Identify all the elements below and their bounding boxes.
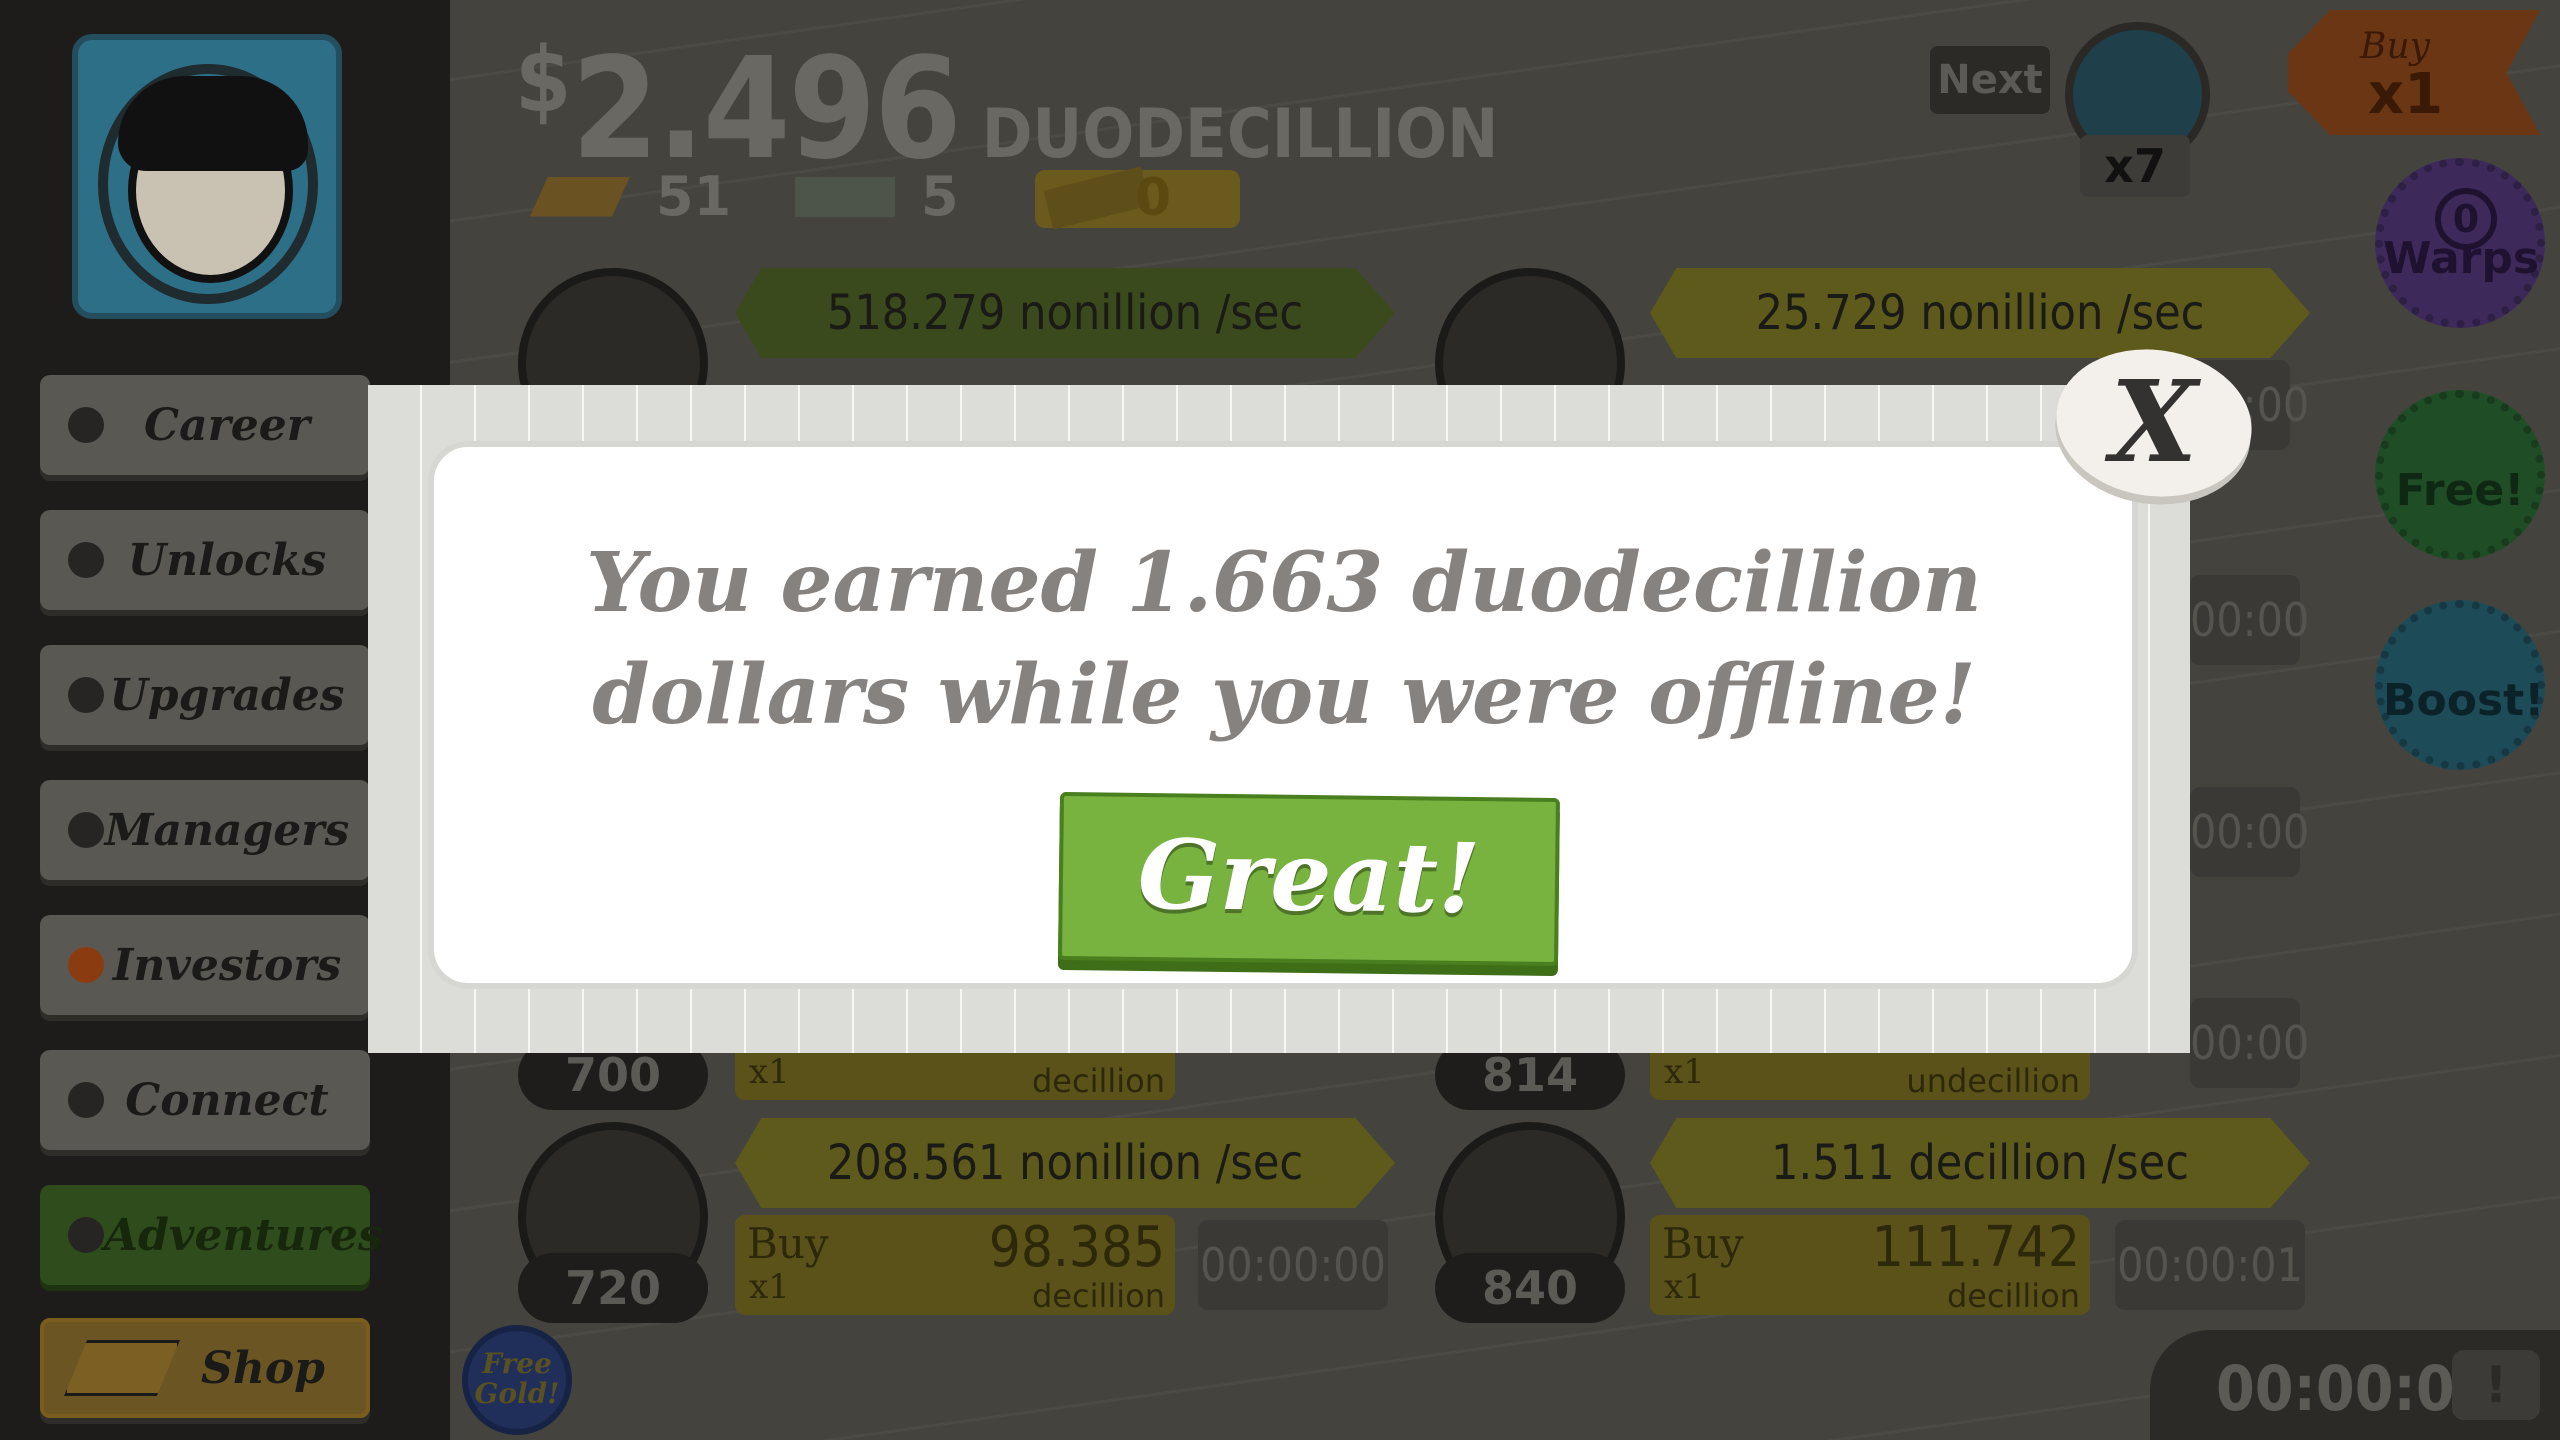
sidebar-item-label: Upgrades xyxy=(109,669,345,721)
buy-button[interactable]: Buy x1 98.385 decillion xyxy=(735,1215,1175,1315)
buy-tag-mult: x1 xyxy=(2368,62,2444,127)
sidebar-item-label: Adventures xyxy=(104,1209,383,1261)
cost-unit: decillion xyxy=(1031,1062,1165,1100)
buy-button[interactable]: Buy x1 111.742 decillion xyxy=(1650,1215,2090,1315)
sidebar-item-career[interactable]: Career xyxy=(40,375,370,475)
rate-bar: 208.561 nonillion /sec xyxy=(735,1118,1395,1208)
cost-value: 111.742 xyxy=(1871,1215,2080,1280)
buy-mult-label: x1 xyxy=(749,1052,790,1092)
gold-bars-icon xyxy=(64,1340,180,1396)
close-icon: X xyxy=(2110,357,2198,488)
warps-button[interactable]: 0 Warps xyxy=(2375,158,2545,328)
rate-bar: 25.729 nonillion /sec xyxy=(1650,268,2310,358)
status-dot xyxy=(68,812,104,848)
offline-earnings-dialog: You earned 1.663 duodecillion dollars wh… xyxy=(368,385,2190,1053)
money-unit: DUODECILLION xyxy=(981,95,1499,174)
cost-unit: decillion xyxy=(1031,1277,1165,1315)
sidebar-item-label: Unlocks xyxy=(127,534,327,586)
bottom-timer-panel: 00:00:00 ! xyxy=(2150,1330,2560,1440)
sidebar-item-label: Managers xyxy=(104,804,350,856)
business-count: 840 xyxy=(1435,1253,1625,1323)
timer-display: 00:00 xyxy=(2190,575,2309,665)
sidebar-item-managers[interactable]: Managers xyxy=(40,780,370,880)
sidebar-item-label: Career xyxy=(144,399,310,451)
business-count: 720 xyxy=(518,1253,708,1323)
buy-label: Buy xyxy=(1662,1219,1744,1268)
status-dot xyxy=(68,947,104,983)
timer-display: 00:00 xyxy=(2190,998,2309,1088)
status-dot xyxy=(68,542,104,578)
sidebar-item-label: Shop xyxy=(201,1342,325,1394)
multiplier-badge: x7 xyxy=(2080,135,2190,197)
cost-value: 98.385 xyxy=(988,1215,1165,1280)
sidebar-item-connect[interactable]: Connect xyxy=(40,1050,370,1150)
boost-label: Boost! xyxy=(2383,675,2545,726)
status-dot xyxy=(68,407,104,443)
ticket-counter: 5 xyxy=(795,165,959,228)
free-gold-button[interactable]: Free Gold! xyxy=(462,1325,572,1435)
tv-icon[interactable]: ! xyxy=(2452,1350,2540,1420)
player-avatar[interactable] xyxy=(72,34,342,319)
sidebar-item-shop[interactable]: Shop xyxy=(40,1318,370,1418)
great-button[interactable]: Great! xyxy=(1057,791,1561,967)
money-symbol: $ xyxy=(515,28,572,133)
coupon-counter: 0 xyxy=(1035,166,1240,230)
sidebar-item-adventures[interactable]: Adventures xyxy=(40,1185,383,1285)
dialog-card: You earned 1.663 duodecillion dollars wh… xyxy=(428,441,2138,989)
close-button[interactable]: X xyxy=(2046,337,2262,509)
sidebar-item-investors[interactable]: Investors xyxy=(40,915,370,1015)
buy-multiplier-button[interactable]: Buy x1 xyxy=(2288,10,2540,135)
boost-button[interactable]: Boost! xyxy=(2375,600,2545,770)
buy-mult-label: x1 xyxy=(1664,1052,1705,1092)
status-dot xyxy=(68,1082,104,1118)
buy-label: Buy xyxy=(747,1219,829,1268)
sidebar-item-upgrades[interactable]: Upgrades xyxy=(40,645,370,745)
ticket-count: 5 xyxy=(921,165,959,228)
avatar-hair xyxy=(118,76,308,171)
buy-mult-label: x1 xyxy=(749,1267,790,1307)
rate-bar: 518.279 nonillion /sec xyxy=(735,268,1395,358)
sidebar-item-label: Connect xyxy=(125,1074,329,1126)
timer-display: 00:00:00 xyxy=(1198,1220,1388,1310)
status-dot xyxy=(68,1217,104,1253)
status-dot xyxy=(68,677,104,713)
cost-unit: decillion xyxy=(1946,1277,2080,1315)
sidebar-item-label: Investors xyxy=(112,939,342,991)
gold-count: 51 xyxy=(656,165,732,228)
next-button[interactable]: Next xyxy=(1930,46,2050,114)
buy-tag-label: Buy xyxy=(2360,26,2430,67)
coupon-count: 0 xyxy=(1135,168,1172,228)
warps-label: Warps xyxy=(2383,233,2540,284)
gold-bars-icon xyxy=(530,176,630,217)
buy-mult-label: x1 xyxy=(1664,1267,1705,1307)
sidebar-item-unlocks[interactable]: Unlocks xyxy=(40,510,370,610)
ticket-icon xyxy=(795,176,895,217)
offline-earnings-message: You earned 1.663 duodecillion dollars wh… xyxy=(586,535,1982,743)
timer-display: 00:00:01 xyxy=(2115,1220,2305,1310)
free-label: Free! xyxy=(2395,465,2525,516)
gold-counter: 51 xyxy=(530,165,731,228)
cost-unit: undecillion xyxy=(1906,1062,2080,1100)
rate-bar: 1.511 decillion /sec xyxy=(1650,1118,2310,1208)
timer-display: 00:00 xyxy=(2190,787,2309,877)
free-button[interactable]: Free! xyxy=(2375,390,2545,560)
